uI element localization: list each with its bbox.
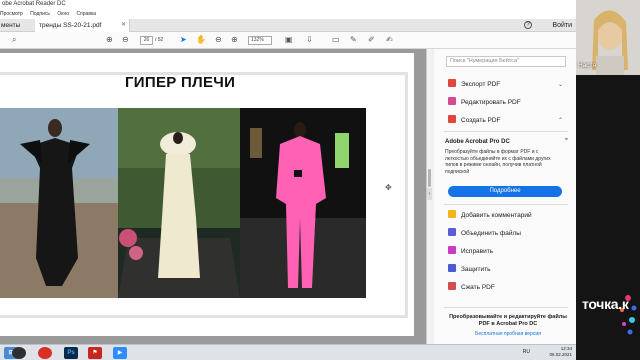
pro-upsell-text: Преобразовывайте и редактируйте файлы PD… <box>449 314 567 327</box>
photoshop-icon[interactable]: Ps <box>64 347 78 359</box>
tool-export-pdf[interactable]: Экспорт PDF <box>448 79 500 91</box>
select-cursor-icon[interactable]: ➤ <box>180 36 187 44</box>
search-taskbar-icon[interactable] <box>12 347 26 359</box>
collapse-panel-arrow-icon[interactable]: ‹ <box>427 188 432 200</box>
promo-text: Преобразуйте файлы в формат PDF и с легк… <box>445 149 551 175</box>
tool-label: Сжать PDF <box>461 284 495 291</box>
divider <box>444 131 568 132</box>
zoom-select[interactable]: 132% <box>248 36 272 45</box>
tool-edit-pdf[interactable]: Редактировать PDF <box>448 97 521 109</box>
zoom-in-icon[interactable]: ⊕ <box>231 36 238 44</box>
tool-label: Защитить <box>461 266 491 273</box>
export-pdf-icon <box>448 79 456 87</box>
fit-page-icon[interactable]: ▣ <box>285 36 293 44</box>
menu-sign[interactable]: Подпись <box>30 11 50 17</box>
tool-label: Объединить файлы <box>461 230 521 237</box>
scroll-thumb[interactable] <box>428 169 431 187</box>
tool-label: Создать PDF <box>461 117 501 124</box>
sign-icon[interactable]: ✍ <box>386 36 393 44</box>
page-total: / 52 <box>155 37 164 43</box>
menu-view[interactable]: Просмотр <box>0 11 23 17</box>
language-indicator[interactable]: RU <box>523 349 530 355</box>
main-toolbar: ⌕ ⊕ ⊖ 26 / 52 ➤ ✋ ⊖ ⊕ 132% ▣ ⇩ ▭ ✎ ✐ ✍ <box>0 32 576 49</box>
protect-icon <box>448 264 456 272</box>
tab-bar: менты тренды SS-20-21.pdf ✕ ? Войти <box>0 19 576 32</box>
hand-tool-icon[interactable]: ✋ <box>196 36 206 44</box>
next-page-icon[interactable]: ⊖ <box>122 36 129 44</box>
menu-window[interactable]: Окно <box>57 11 69 17</box>
search-icon[interactable]: ⌕ <box>12 36 16 44</box>
menu-bar: Просмотр Подпись Окно Справка <box>0 9 576 19</box>
tab-document-label: тренды SS-20-21.pdf <box>39 22 102 29</box>
tool-create-pdf[interactable]: Создать PDF <box>448 115 501 127</box>
fashion-photo-black-dress <box>0 108 118 298</box>
page-heading: ГИПЕР ПЛЕЧИ <box>125 74 236 91</box>
tools-panel: Поиск "Нумерация Бейтса" Экспорт PDF ⌄ Р… <box>434 49 576 344</box>
tool-compress-pdf[interactable]: Сжать PDF <box>448 282 495 294</box>
chevron-down-icon[interactable]: ⌄ <box>558 79 563 91</box>
fashion-photo-pink-suit <box>240 108 366 298</box>
brand-logo-text: точка.к <box>582 296 629 312</box>
pdf-page: ГИПЕР ПЛЕЧИ ✥ <box>0 53 414 336</box>
move-cursor-icon: ✥ <box>385 183 392 192</box>
divider <box>444 307 568 308</box>
draw-icon[interactable]: ✐ <box>368 36 375 44</box>
tool-label: Редактировать PDF <box>461 99 521 106</box>
tool-label: Экспорт PDF <box>461 81 501 88</box>
close-icon[interactable]: ✕ <box>121 19 126 32</box>
webcam-tile[interactable]: Настя <box>576 0 640 75</box>
tool-label: Исправить <box>461 248 494 255</box>
fashion-photo-white-dress <box>118 108 240 298</box>
highlight-icon[interactable]: ✎ <box>350 36 357 44</box>
tool-label: Добавить комментарий <box>461 212 532 219</box>
promo-title: Adobe Acrobat Pro DC <box>445 139 510 145</box>
edit-pdf-icon <box>448 97 456 105</box>
tool-add-comment[interactable]: Добавить комментарий <box>448 210 532 222</box>
acrobat-icon[interactable]: ⚑ <box>88 347 102 359</box>
free-trial-link[interactable]: Бесплатная пробная версия <box>446 331 570 337</box>
window-title: obe Acrobat Reader DC <box>0 0 576 9</box>
comment-icon <box>448 210 456 218</box>
tool-combine-files[interactable]: Объединить файлы <box>448 228 521 240</box>
tools-search-input[interactable]: Поиск "Нумерация Бейтса" <box>446 56 566 67</box>
tab-document[interactable]: тренды SS-20-21.pdf ✕ <box>35 19 130 32</box>
document-viewer[interactable]: ГИПЕР ПЛЕЧИ ✥ <box>0 49 426 344</box>
scroll-mode-icon[interactable]: ⇩ <box>306 36 313 44</box>
participant-name: Настя <box>578 62 597 69</box>
tool-fill-sign[interactable]: Исправить <box>448 246 493 258</box>
opera-icon[interactable] <box>38 347 52 359</box>
menu-help[interactable]: Справка <box>76 11 96 17</box>
prev-page-icon[interactable]: ⊕ <box>106 36 113 44</box>
clock-date: 06.02.2021 <box>549 352 572 357</box>
page-number-input[interactable]: 26 <box>140 36 153 45</box>
zoom-app-icon[interactable]: ▶ <box>113 347 127 359</box>
tool-protect[interactable]: Защитить <box>448 264 491 276</box>
pin-icon[interactable]: ⌖ <box>565 137 568 144</box>
zoom-out-icon[interactable]: ⊖ <box>215 36 222 44</box>
comment-tool-icon[interactable]: ▭ <box>332 36 340 44</box>
fill-sign-icon <box>448 246 456 254</box>
compress-pdf-icon <box>448 282 456 290</box>
chevron-up-icon[interactable]: ⌃ <box>558 115 563 127</box>
clock[interactable]: 12:34 06.02.2021 <box>549 346 572 358</box>
signin-button[interactable]: Войти <box>552 19 572 32</box>
acrobat-window: obe Acrobat Reader DC Просмотр Подпись О… <box>0 0 576 360</box>
brand-dots-logo <box>620 295 637 335</box>
windows-taskbar: ⊞ Ps ⚑ ▶ RU 12:34 06.02.2021 <box>0 344 576 360</box>
help-icon[interactable]: ? <box>524 21 532 29</box>
divider <box>444 204 568 205</box>
create-pdf-icon <box>448 115 456 123</box>
learn-more-button[interactable]: Подробнее <box>448 186 562 197</box>
tab-tools[interactable]: менты <box>0 19 30 32</box>
combine-files-icon <box>448 228 456 236</box>
